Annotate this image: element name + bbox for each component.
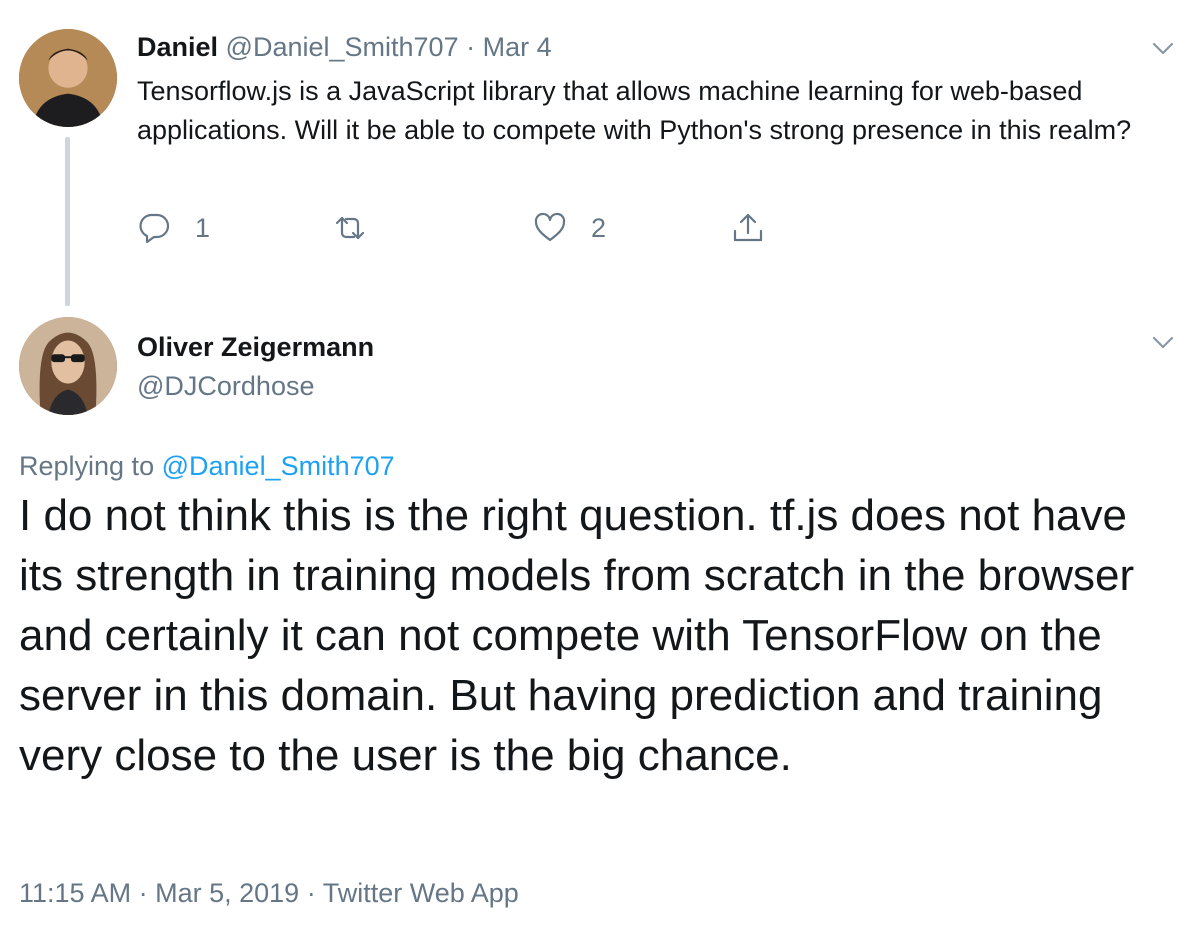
chevron-down-icon	[1152, 42, 1174, 55]
meta-separator: ·	[138, 878, 148, 908]
tweet-source[interactable]: Twitter Web App	[323, 878, 519, 908]
share-button[interactable]	[731, 206, 765, 250]
tweet-date[interactable]: Mar 4	[483, 32, 552, 62]
avatar[interactable]	[19, 317, 117, 415]
like-icon	[534, 212, 566, 242]
header-separator: ·	[466, 32, 476, 62]
avatar-daniel-image	[19, 29, 117, 127]
tweet-header: Daniel @Daniel_Smith707 · Mar 4	[137, 30, 552, 64]
retweet-button[interactable]	[333, 206, 367, 250]
tweet-menu-button[interactable]	[1150, 35, 1176, 61]
replying-to: Replying to @Daniel_Smith707	[19, 449, 395, 483]
like-count: 2	[591, 212, 607, 243]
author-name[interactable]: Daniel	[137, 32, 218, 62]
avatar[interactable]	[19, 29, 117, 127]
tweet-date[interactable]: Mar 5, 2019	[155, 878, 299, 908]
meta-separator: ·	[306, 878, 316, 908]
tweet-time[interactable]: 11:15 AM	[19, 878, 131, 908]
share-icon	[733, 213, 763, 242]
replying-handle-link[interactable]: @Daniel_Smith707	[162, 451, 395, 481]
tweet-actions: 1 2	[137, 206, 797, 250]
avatar-oliver-image	[19, 317, 117, 415]
tweet-text: I do not think this is the right questio…	[19, 491, 1135, 780]
tweet-menu-button[interactable]	[1150, 329, 1176, 355]
retweet-icon	[335, 216, 365, 240]
reply-count: 1	[195, 212, 211, 243]
replying-prefix: Replying to	[19, 451, 155, 481]
reply-button[interactable]: 1	[137, 206, 210, 250]
reply-icon	[139, 213, 170, 244]
author-handle[interactable]: @Daniel_Smith707	[226, 32, 459, 62]
like-button[interactable]: 2	[533, 206, 606, 250]
tweet-metadata: 11:15 AM · Mar 5, 2019 · Twitter Web App	[19, 876, 519, 910]
author-name[interactable]: Oliver Zeigermann	[137, 330, 374, 364]
tweet-text: Tensorflow.js is a JavaScript library th…	[137, 76, 1132, 145]
thread-connector-line	[65, 137, 70, 306]
author-handle[interactable]: @DJCordhose	[137, 369, 314, 403]
chevron-down-icon	[1152, 336, 1174, 349]
